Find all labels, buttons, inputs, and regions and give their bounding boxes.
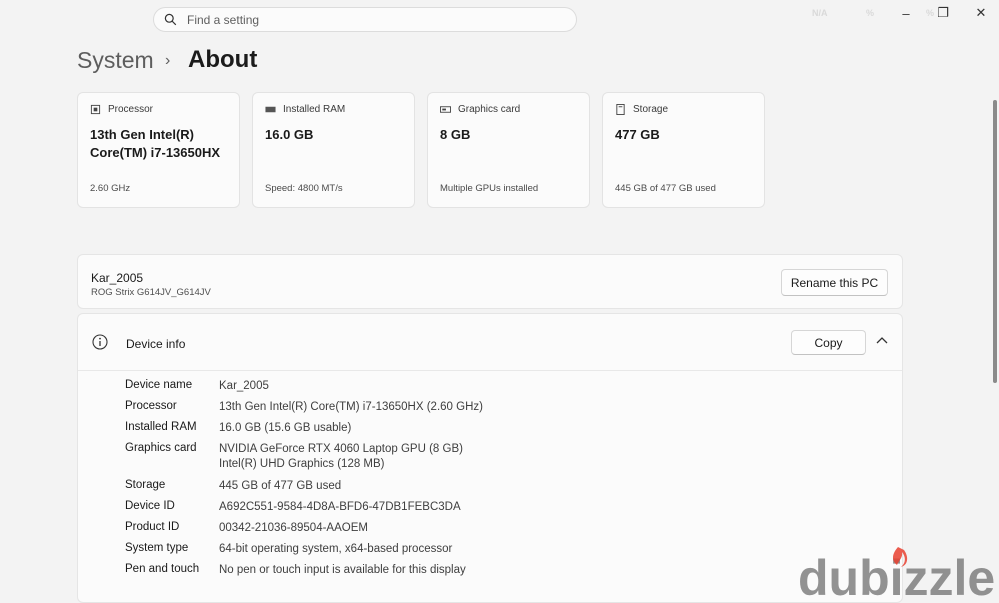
tray-readout-1: N/A: [812, 8, 828, 18]
graphics-card-label: Graphics card: [458, 104, 521, 115]
storage-card-sub: 445 GB of 477 GB used: [615, 183, 716, 194]
device-info-header[interactable]: Device info: [78, 314, 902, 371]
processor-card: Processor 13th Gen Intel(R) Core(TM) i7-…: [77, 92, 240, 208]
storage-card: Storage 477 GB 445 GB of 477 GB used: [602, 92, 765, 208]
search-box[interactable]: Find a setting: [153, 7, 577, 32]
processor-icon: [90, 104, 101, 115]
chevron-up-icon[interactable]: [874, 333, 890, 349]
minimize-icon: –: [902, 5, 910, 21]
close-button[interactable]: ✕: [963, 2, 999, 24]
graphics-card-row-value-1: NVIDIA GeForce RTX 4060 Laptop GPU (8 GB…: [219, 443, 463, 455]
pen-touch-value: No pen or touch input is available for t…: [219, 564, 466, 576]
storage-card-value: 477 GB: [615, 127, 660, 142]
info-icon: [92, 334, 108, 350]
graphics-card-row-label: Graphics card: [125, 442, 197, 454]
close-icon: ✕: [975, 5, 987, 20]
restore-icon: ❐: [937, 5, 949, 20]
storage-card-label: Storage: [633, 104, 669, 115]
pc-model: ROG Strix G614JV_G614JV: [91, 287, 211, 298]
copy-button[interactable]: Copy: [791, 330, 866, 355]
rename-pc-button[interactable]: Rename this PC: [781, 269, 888, 296]
device-name-value: Kar_2005: [219, 380, 269, 392]
processor-card-sub: 2.60 GHz: [90, 183, 131, 194]
pc-name-panel: Kar_2005 ROG Strix G614JV_G614JV: [77, 254, 903, 309]
installed-ram-value: 16.0 GB (15.6 GB usable): [219, 422, 352, 434]
ram-card: Installed RAM 16.0 GB Speed: 4800 MT/s: [252, 92, 415, 208]
installed-ram-label: Installed RAM: [125, 421, 197, 433]
system-type-label: System type: [125, 542, 189, 554]
graphics-card-sub: Multiple GPUs installed: [440, 183, 539, 194]
pen-touch-label: Pen and touch: [125, 563, 200, 575]
dubizzle-watermark: dubizzle: [798, 547, 995, 600]
pc-name: Kar_2005: [91, 271, 144, 285]
ram-card-value: 16.0 GB: [265, 127, 314, 142]
vertical-scrollbar[interactable]: [993, 100, 997, 383]
graphics-card-value: 8 GB: [440, 127, 471, 142]
ram-card-label: Installed RAM: [283, 104, 346, 115]
processor-card-value: 13th Gen Intel(R) Core(TM) i7-13650HX: [90, 127, 221, 160]
device-info-panel: Device info: [77, 313, 903, 603]
storage-icon: [616, 104, 625, 115]
search-input[interactable]: Find a setting: [187, 13, 259, 27]
graphics-card-icon: [440, 106, 451, 113]
product-id-label: Product ID: [125, 521, 180, 533]
device-info-title: Device info: [126, 337, 186, 351]
storage-value: 445 GB of 477 GB used: [219, 480, 342, 492]
storage-label: Storage: [125, 479, 166, 491]
system-type-value: 64-bit operating system, x64-based proce…: [219, 543, 453, 555]
processor-value: 13th Gen Intel(R) Core(TM) i7-13650HX (2…: [219, 401, 483, 413]
search-icon: [164, 13, 177, 26]
graphics-card-card: Graphics card 8 GB Multiple GPUs install…: [427, 92, 590, 208]
ram-card-sub: Speed: 4800 MT/s: [265, 183, 343, 194]
breadcrumb-chevron-icon: ›: [165, 52, 171, 69]
page-title: About: [188, 46, 258, 73]
product-id-value: 00342-21036-89504-AAOEM: [219, 522, 368, 534]
breadcrumb-system[interactable]: System: [77, 47, 154, 74]
restore-button[interactable]: ❐: [925, 2, 961, 24]
device-id-label: Device ID: [125, 500, 175, 512]
ram-icon: [265, 106, 276, 113]
device-id-value: A692C551-9584-4D8A-BFD6-47DB1FEBC3DA: [219, 501, 461, 513]
minimize-button[interactable]: –: [888, 2, 924, 24]
graphics-card-row-value-2: Intel(R) UHD Graphics (128 MB): [219, 458, 385, 470]
processor-label: Processor: [125, 400, 177, 412]
device-name-label: Device name: [125, 379, 193, 391]
processor-card-label: Processor: [108, 104, 154, 115]
tray-readout-2: %: [866, 8, 875, 18]
